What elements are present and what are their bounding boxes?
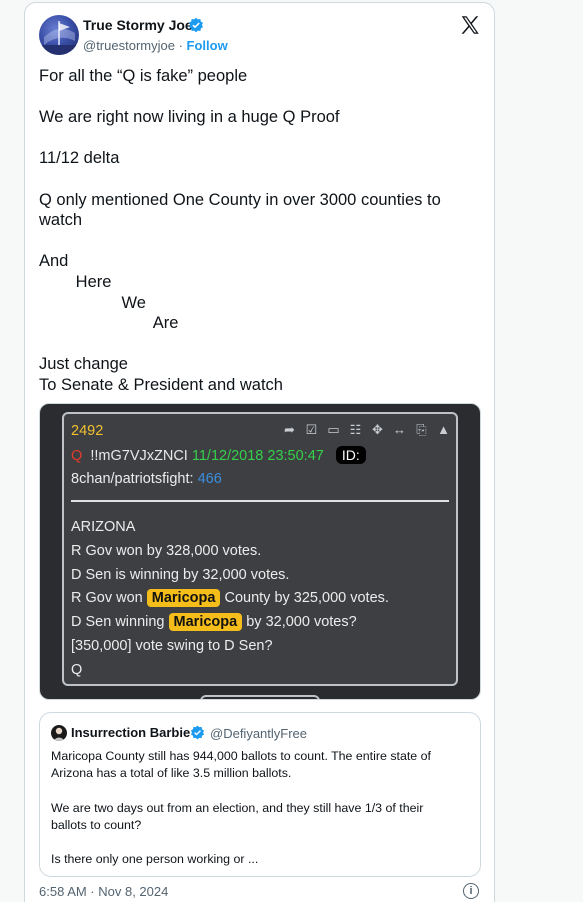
- quoted-line: [51, 834, 471, 851]
- tweet-media-image[interactable]: 2492 ➦ ☑ ▭ ☷ ✥ ↔ ⎘ ▲ Q !!mG7VJxZNCI 11/1…: [39, 403, 481, 700]
- follow-button[interactable]: Follow: [187, 38, 228, 53]
- quoted-line: Arizona has a total of like 3.5 million …: [51, 766, 292, 781]
- tweet-line: [39, 128, 479, 149]
- handle-separator: ·: [178, 38, 183, 53]
- move-icon: ✥: [372, 421, 383, 437]
- author-avatar[interactable]: [39, 15, 79, 55]
- qdrop-line: R Gov won by 328,000 votes.: [71, 542, 262, 559]
- qdrop-trip-line: Q !!mG7VJxZNCI 11/12/2018 23:50:47 ID:: [71, 446, 366, 464]
- tweet-line: To Senate & President and watch: [39, 375, 283, 394]
- qdrop-post: 2492 ➦ ☑ ▭ ☷ ✥ ↔ ⎘ ▲ Q !!mG7VJxZNCI 11/1…: [62, 412, 458, 686]
- author-handle-line: @truestormyjoe · Follow: [83, 38, 228, 53]
- qdrop-line: D Sen winning Maricopa by 32,000 votes?: [71, 611, 389, 635]
- quoted-line: Maricopa County still has 944,000 ballot…: [51, 749, 431, 763]
- quoted-line: ballots to count?: [51, 817, 142, 832]
- tweet-line: 11/12 delta: [39, 149, 120, 168]
- tweet-line: Just change: [39, 355, 128, 374]
- tweet-line: We: [39, 293, 146, 312]
- tweet-line: [39, 87, 479, 108]
- qdrop-post-number: 466: [197, 471, 222, 487]
- verified-badge-icon: [190, 725, 205, 740]
- tweet-line: [39, 334, 479, 355]
- tweet-card: True Stormy Joe @truestormyjoe · Follow …: [24, 2, 495, 902]
- qdrop-datetime: 11/12/2018 23:50:47: [191, 448, 324, 464]
- resize-horizontal-icon: ↔: [393, 422, 406, 437]
- verified-badge-icon: [189, 17, 203, 33]
- qdrop-board: 8chan/patriotsfight:: [71, 471, 194, 487]
- qdrop-text: County by 325,000 votes.: [224, 590, 389, 607]
- tweet-timestamp[interactable]: 6:58 AM · Nov 8, 2024: [39, 884, 168, 899]
- quoted-line: Is there only one person working or ...: [51, 852, 259, 867]
- qdrop-author: Q: [71, 448, 83, 464]
- qdrop-toolbar: ➦ ☑ ▭ ☷ ✥ ↔ ⎘ ▲: [281, 421, 452, 438]
- x-logo-icon[interactable]: [459, 14, 481, 36]
- qdrop-text: R Gov won: [71, 590, 143, 607]
- share-icon: ➦: [284, 421, 295, 437]
- tweet-line: Are: [39, 314, 179, 333]
- qdrop-line: [350,000] vote swing to D Sen?: [71, 637, 273, 654]
- tweet-line: [39, 231, 479, 252]
- media-bottom-tab: [200, 695, 320, 699]
- qdrop-highlight: Maricopa: [168, 613, 243, 632]
- qdrop-divider: [71, 500, 449, 502]
- clipboard-icon: ⎘: [416, 421, 427, 437]
- quoted-line: We are two days out from an election, an…: [51, 800, 424, 815]
- tweet-line: watch: [39, 211, 83, 230]
- qdrop-line: ARIZONA: [71, 519, 136, 535]
- qdrop-highlight: Maricopa: [146, 589, 221, 608]
- arrow-up-circle-icon: ▲: [437, 422, 450, 437]
- tweet-line: And: [39, 252, 69, 271]
- quoted-line: [51, 782, 471, 799]
- qdrop-body: ARIZONA R Gov won by 328,000 votes. D Se…: [71, 516, 389, 683]
- quoted-tweet[interactable]: Insurrection Barbie @DefiyantlyFree Mari…: [39, 712, 481, 877]
- tweet-line: For all the “Q is fake” people: [39, 67, 248, 85]
- qdrop-tripcode: !!mG7VJxZNCI: [90, 448, 188, 464]
- author-display-name[interactable]: True Stormy Joe: [83, 17, 193, 33]
- tweet-line: Q only mentioned One County in over 3000…: [39, 190, 441, 209]
- qdrop-number: 2492: [71, 423, 104, 439]
- qdrop-id-badge: ID:: [335, 446, 366, 464]
- qdrop-text: by 32,000 votes?: [246, 614, 357, 631]
- qdrop-line: Q: [71, 661, 83, 678]
- tweet-line: Here: [39, 272, 112, 291]
- quoted-tweet-text: Maricopa County still has 944,000 ballot…: [51, 748, 471, 868]
- vr-goggles-icon: ▭: [327, 421, 340, 437]
- info-icon[interactable]: i: [463, 883, 479, 899]
- author-handle[interactable]: @truestormyjoe: [83, 38, 175, 53]
- qdrop-line: R Gov won Maricopa County by 325,000 vot…: [71, 587, 389, 611]
- qdrop-line: D Sen is winning by 32,000 votes.: [71, 566, 290, 583]
- qdrop-text: D Sen winning: [71, 614, 165, 631]
- quoted-author-name: Insurrection Barbie: [71, 725, 191, 740]
- tweet-line: We are right now living in a huge Q Proo…: [39, 108, 340, 127]
- clipboard-check-icon: ☑: [305, 421, 318, 437]
- tweet-line: [39, 169, 479, 190]
- qdrop-board-line: 8chan/patriotsfight: 466: [71, 471, 222, 487]
- document-icon: ☷: [349, 421, 362, 437]
- quoted-author-avatar: [51, 725, 67, 741]
- tweet-text: For all the “Q is fake” people We are ri…: [39, 66, 479, 396]
- quoted-author-handle: @DefiyantlyFree: [210, 726, 308, 741]
